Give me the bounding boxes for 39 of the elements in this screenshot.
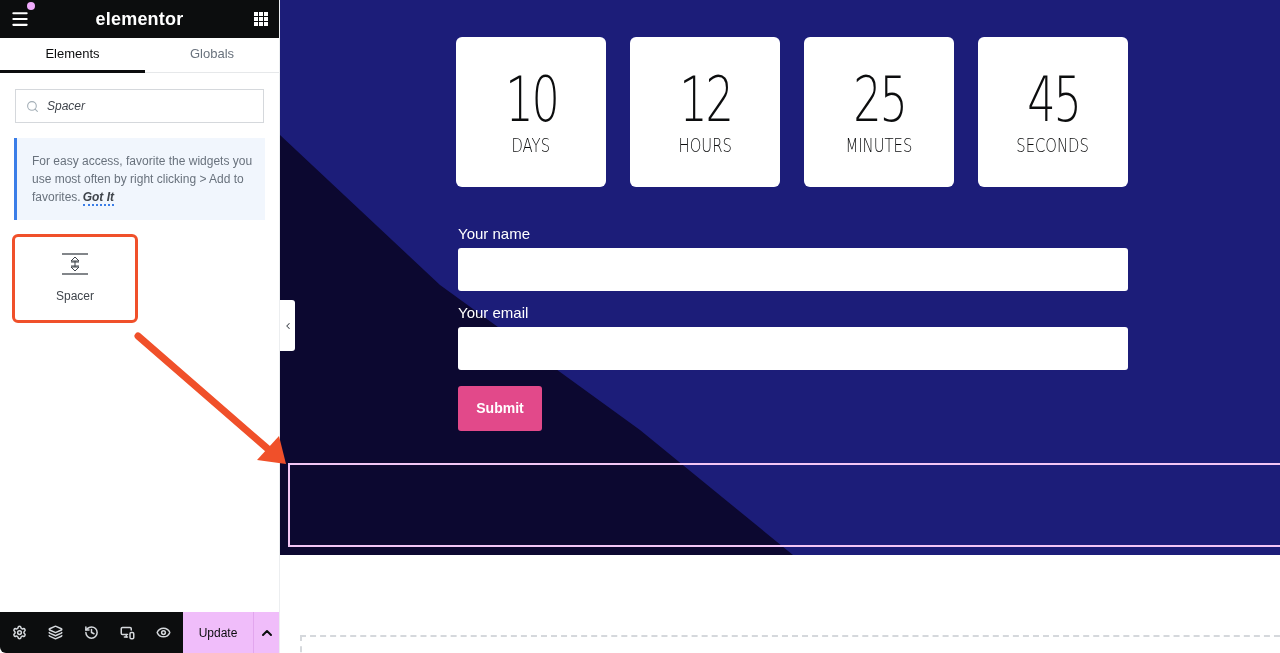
apps-button[interactable] — [253, 11, 269, 27]
eye-icon — [155, 625, 171, 640]
panel-tab[interactable]: Globals — [145, 38, 279, 73]
publish-options-button[interactable] — [253, 612, 279, 653]
input-field[interactable] — [458, 248, 1128, 291]
layers-icon — [48, 625, 64, 640]
history-icon — [84, 625, 99, 640]
settings-button[interactable] — [11, 624, 28, 641]
logo-text: elementor — [95, 7, 184, 31]
responsive-mode-button[interactable] — [119, 624, 136, 641]
preview-button[interactable] — [155, 624, 172, 641]
spacer-section[interactable] — [288, 463, 1280, 547]
settings-icon — [12, 625, 28, 640]
countdown-number: 12 — [678, 72, 732, 128]
widget-tile[interactable]: Spacer — [12, 234, 138, 323]
field-label: Your email — [458, 303, 529, 323]
countdown-number: 45 — [1026, 72, 1080, 128]
menu-button[interactable] — [10, 9, 30, 29]
submit-button[interactable]: Submit — [458, 386, 542, 431]
devices-icon — [119, 625, 135, 640]
search-icon — [26, 99, 39, 113]
countdown-label: SECONDS — [1016, 134, 1090, 156]
menu-icon — [10, 9, 30, 29]
tip-text: For easy access, favorite the widgets you use most often by right clicking > Add to favorites. Got It — [32, 153, 254, 206]
countdown-number: 25 — [852, 72, 906, 128]
search-field[interactable]: Spacer — [15, 89, 264, 123]
apps-grid-icon — [254, 12, 268, 26]
panel-tab[interactable]: Elements — [0, 38, 145, 73]
countdown-label: MINUTES — [845, 134, 913, 156]
countdown-label: DAYS — [511, 134, 551, 156]
navigator-button[interactable] — [47, 624, 64, 641]
update-button[interactable]: Update — [183, 612, 253, 653]
countdown-label: HOURS — [678, 134, 732, 156]
spacer-icon — [61, 252, 89, 275]
countdown-number: 10 — [504, 72, 558, 128]
history-button[interactable] — [83, 624, 100, 641]
field-label: Your name — [458, 224, 530, 244]
got-it-link[interactable]: Got It — [82, 190, 114, 206]
input-field[interactable] — [458, 327, 1128, 370]
